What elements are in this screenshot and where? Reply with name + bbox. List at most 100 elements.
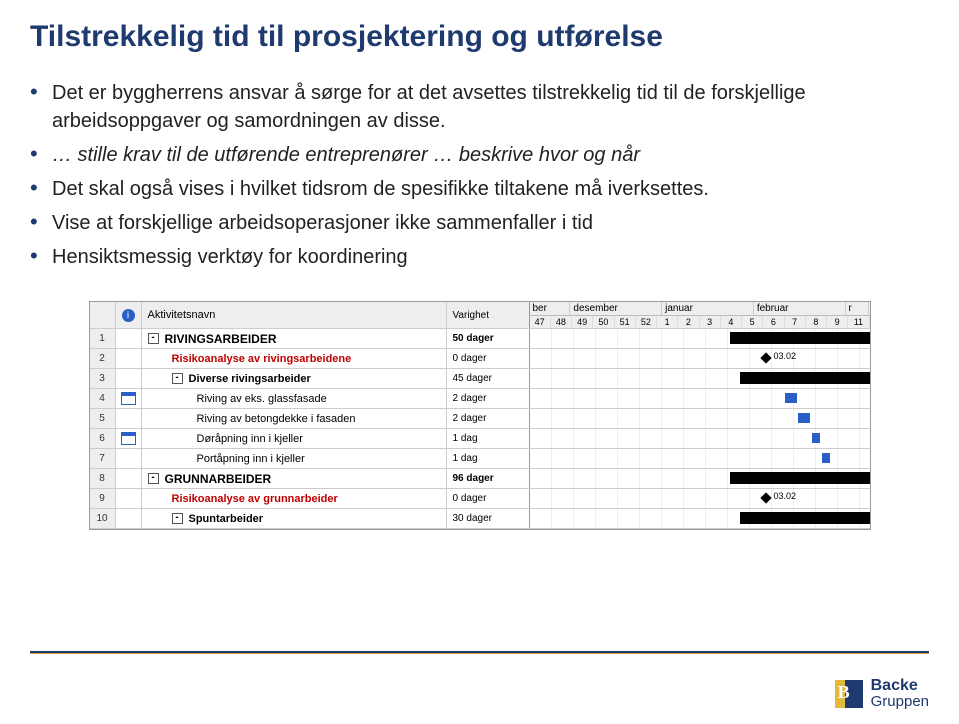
timeline-cell [530, 509, 870, 528]
activity-name: Portåpning inn i kjeller [142, 449, 447, 468]
header-duration: Varighet [447, 302, 530, 328]
timeline-cell [530, 469, 870, 488]
logo: B Backe Gruppen – [835, 678, 929, 709]
calendar-icon [121, 392, 136, 405]
timeline-cell [530, 369, 870, 388]
logo-line2: Gruppen [871, 694, 929, 709]
timeline-cell [530, 449, 870, 468]
row-number: 10 [90, 509, 116, 528]
timeline-cell: 03.02 [530, 489, 870, 508]
collapse-icon[interactable]: - [172, 373, 183, 384]
summary-bar [740, 372, 870, 384]
row-info [116, 329, 142, 348]
activity-name: Riving av betongdekke i fasaden [142, 409, 447, 428]
bullet-4: Vise at forskjellige arbeidsoperasjoner … [30, 209, 929, 237]
row-number: 1 [90, 329, 116, 348]
gantt-chart: i Aktivitetsnavn Varighet ber desember j… [89, 301, 871, 530]
row-info [116, 489, 142, 508]
wk: 1 [657, 316, 678, 328]
gantt-header: i Aktivitetsnavn Varighet ber desember j… [90, 302, 870, 329]
logo-letter: B [838, 682, 850, 703]
wk: 52 [636, 316, 657, 328]
month-1: ber [530, 302, 571, 315]
timeline-cell [530, 389, 870, 408]
wk: 6 [763, 316, 784, 328]
header-timeline: ber desember januar februar r 47 48 49 5… [530, 302, 870, 328]
task-bar [822, 453, 830, 463]
table-row: 9 Risikoanalyse av grunnarbeider0 dager03… [90, 489, 870, 509]
activity-name: Risikoanalyse av grunnarbeider [142, 489, 447, 508]
task-bar [798, 413, 810, 423]
table-row: 6Døråpning inn i kjeller1 dag [90, 429, 870, 449]
duration-cell: 96 dager [447, 469, 530, 488]
bullet-1: Det er byggherrens ansvar å sørge for at… [30, 79, 929, 135]
wk: 4 [721, 316, 742, 328]
bullet-3: Det skal også vises i hvilket tidsrom de… [30, 175, 929, 203]
table-row: 10 -Spuntarbeider30 dager [90, 509, 870, 529]
header-info-icon: i [116, 302, 142, 328]
table-row: 5 Riving av betongdekke i fasaden2 dager [90, 409, 870, 429]
row-info [116, 429, 142, 448]
duration-cell: 0 dager [447, 489, 530, 508]
row-number: 8 [90, 469, 116, 488]
wk: 5 [742, 316, 763, 328]
timeline-cell: 03.02 [530, 349, 870, 368]
duration-cell: 0 dager [447, 349, 530, 368]
timeline-cell [530, 429, 870, 448]
activity-name: Riving av eks. glassfasade [142, 389, 447, 408]
timeline-cell [530, 329, 870, 348]
collapse-icon[interactable]: - [148, 473, 159, 484]
logo-mark: B [835, 680, 863, 708]
month-3: januar [662, 302, 754, 315]
wk: 7 [785, 316, 806, 328]
row-number: 4 [90, 389, 116, 408]
row-info [116, 409, 142, 428]
row-info [116, 369, 142, 388]
duration-cell: 50 dager [447, 329, 530, 348]
wk: 50 [593, 316, 614, 328]
month-2: desember [570, 302, 662, 315]
duration-cell: 30 dager [447, 509, 530, 528]
activity-name: Risikoanalyse av rivingsarbeidene [142, 349, 447, 368]
milestone-date: 03.02 [774, 351, 797, 361]
wk: 3 [700, 316, 721, 328]
wk: 48 [551, 316, 572, 328]
summary-bar [730, 332, 870, 344]
wk: 9 [827, 316, 848, 328]
row-number: 5 [90, 409, 116, 428]
bullet-5: Hensiktsmessig verktøy for koordinering [30, 243, 929, 271]
duration-cell: 2 dager [447, 389, 530, 408]
activity-name: -RIVINGSARBEIDER [142, 329, 447, 348]
duration-cell: 2 dager [447, 409, 530, 428]
activity-name: -GRUNNARBEIDER [142, 469, 447, 488]
row-info [116, 349, 142, 368]
header-months: ber desember januar februar r [530, 302, 870, 316]
wk: 11 [848, 316, 869, 328]
gantt-body: 1-RIVINGSARBEIDER50 dager2Risikoanalyse … [90, 329, 870, 529]
bullet-list: Det er byggherrens ansvar å sørge for at… [30, 79, 929, 271]
task-bar [812, 433, 820, 443]
collapse-icon[interactable]: - [148, 333, 159, 344]
row-number: 3 [90, 369, 116, 388]
row-number: 9 [90, 489, 116, 508]
wk: 2 [678, 316, 699, 328]
row-number: 2 [90, 349, 116, 368]
header-activity: Aktivitetsnavn [142, 302, 447, 328]
task-bar [785, 393, 797, 403]
wk: 47 [530, 316, 551, 328]
row-number: 6 [90, 429, 116, 448]
activity-name: Døråpning inn i kjeller [142, 429, 447, 448]
row-info [116, 509, 142, 528]
table-row: 7Portåpning inn i kjeller1 dag [90, 449, 870, 469]
milestone-icon [760, 492, 771, 503]
wk: 49 [572, 316, 593, 328]
table-row: 8 -GRUNNARBEIDER96 dager [90, 469, 870, 489]
bullet-2: … stille krav til de utførende entrepren… [30, 141, 929, 169]
activity-name: -Spuntarbeider [142, 509, 447, 528]
summary-bar [730, 472, 870, 484]
wk: 51 [615, 316, 636, 328]
summary-bar [740, 512, 870, 524]
table-row: 1 -RIVINGSARBEIDER50 dager [90, 329, 870, 349]
collapse-icon[interactable]: - [172, 513, 183, 524]
table-row: 3-Diverse rivingsarbeider45 dager [90, 369, 870, 389]
